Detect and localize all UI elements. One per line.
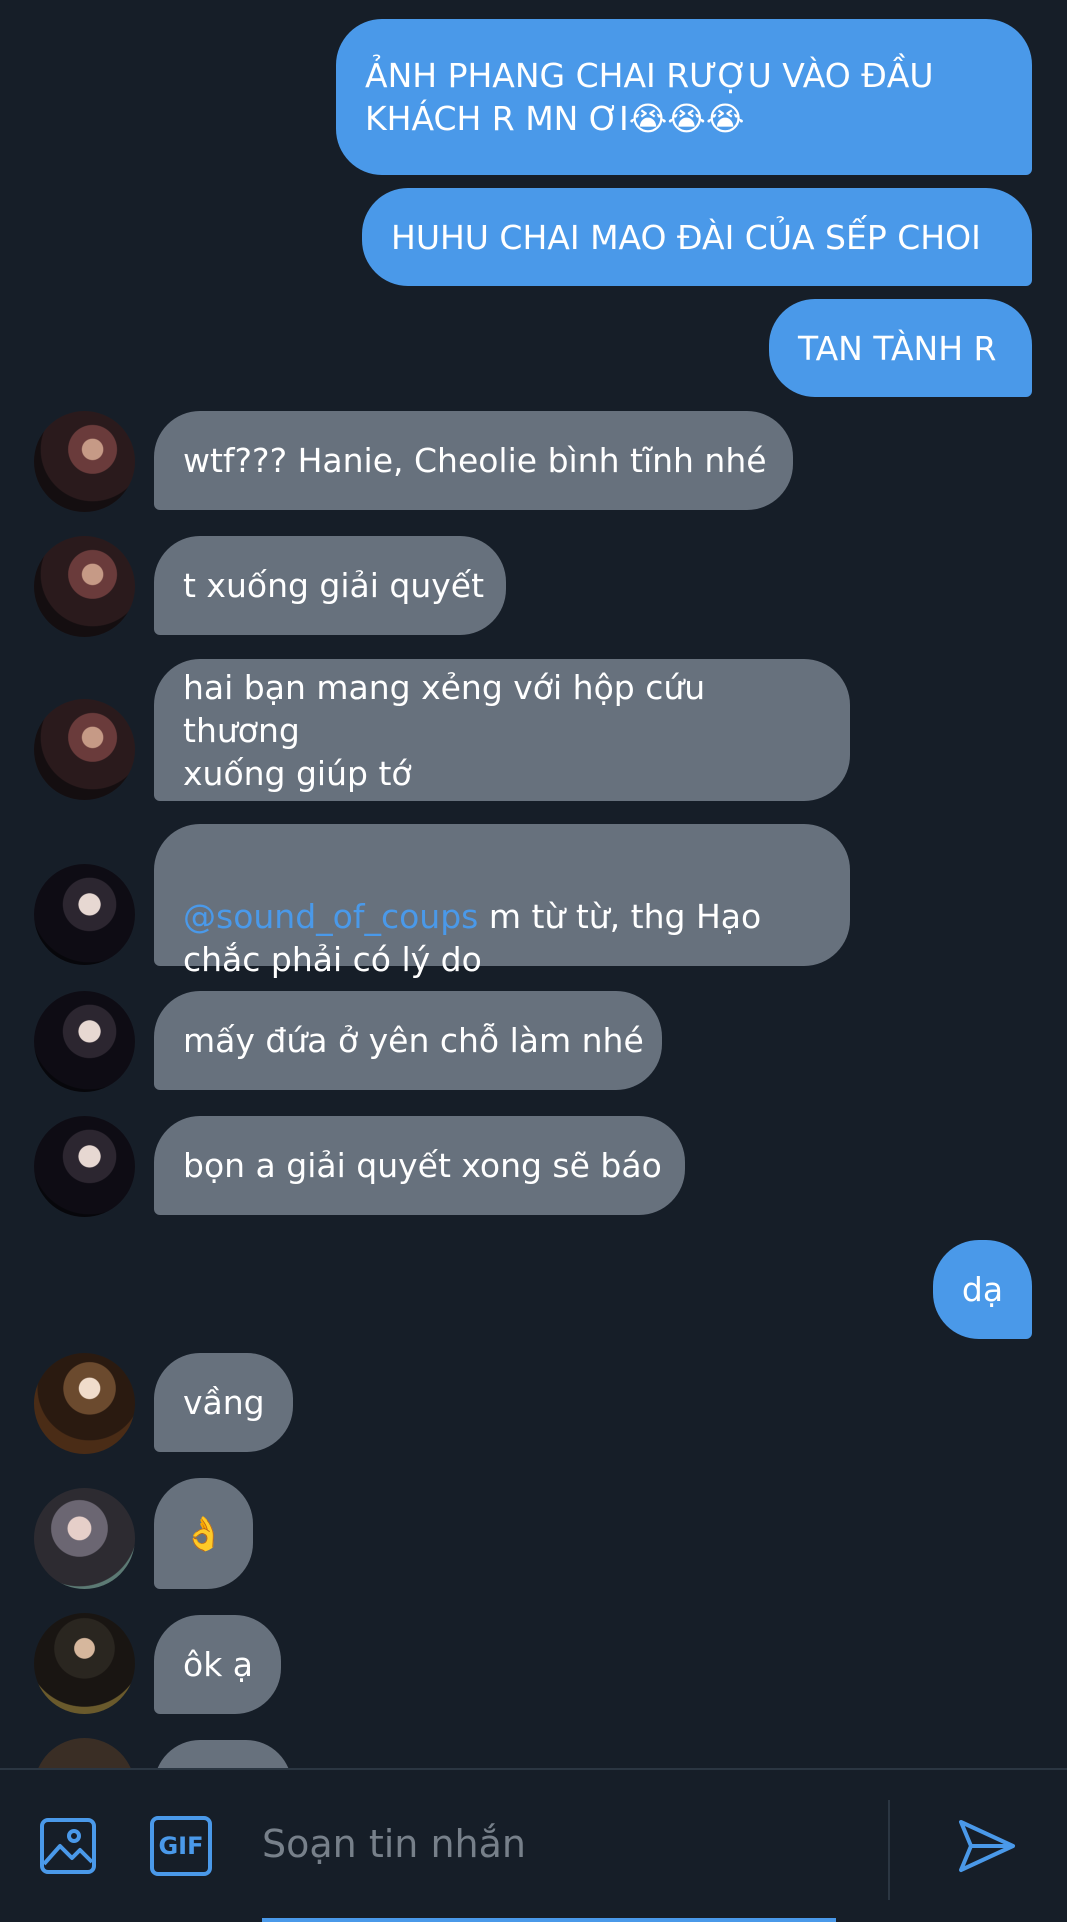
- message-incoming[interactable]: wtf??? Hanie, Cheolie bình tĩnh nhé: [154, 411, 793, 510]
- avatar[interactable]: [34, 864, 135, 965]
- avatar[interactable]: [34, 1613, 135, 1714]
- avatar[interactable]: [34, 536, 135, 637]
- image-icon[interactable]: [38, 1816, 98, 1876]
- message-outgoing[interactable]: TAN TÀNH R: [769, 299, 1032, 397]
- message-incoming[interactable]: t xuống giải quyết: [154, 536, 506, 635]
- message-incoming[interactable]: vầng: [154, 1353, 293, 1452]
- send-icon[interactable]: [955, 1814, 1019, 1878]
- message-composer: GIF Soạn tin nhắn: [0, 1768, 1067, 1922]
- avatar[interactable]: [34, 411, 135, 512]
- avatar[interactable]: [34, 699, 135, 800]
- message-incoming[interactable]: [154, 1740, 292, 1768]
- message-incoming[interactable]: 👌: [154, 1478, 253, 1589]
- input-underline: [262, 1918, 836, 1922]
- avatar[interactable]: [34, 1116, 135, 1217]
- message-outgoing[interactable]: HUHU CHAI MAO ĐÀI CỦA SẾP CHOI: [362, 188, 1032, 286]
- message-incoming[interactable]: ôk ạ: [154, 1615, 281, 1714]
- avatar[interactable]: [34, 1353, 135, 1454]
- message-incoming[interactable]: @sound_of_coups m từ từ, thg Hạo chắc ph…: [154, 824, 850, 979]
- message-list[interactable]: ẢNH PHANG CHAI RƯỢU VÀO ĐẦU KHÁCH R MN Ơ…: [0, 0, 1067, 1768]
- mention-link[interactable]: @sound_of_coups: [183, 897, 478, 936]
- avatar[interactable]: [34, 1738, 135, 1768]
- message-incoming[interactable]: bọn a giải quyết xong sẽ báo: [154, 1116, 685, 1215]
- gif-label: GIF: [158, 1832, 204, 1860]
- message-outgoing[interactable]: dạ: [933, 1240, 1032, 1339]
- divider: [888, 1800, 890, 1900]
- avatar[interactable]: [34, 1488, 135, 1589]
- message-outgoing[interactable]: ẢNH PHANG CHAI RƯỢU VÀO ĐẦU KHÁCH R MN Ơ…: [336, 19, 1032, 175]
- message-incoming[interactable]: hai bạn mang xẻng với hộp cứu thương xuố…: [154, 659, 850, 801]
- message-input[interactable]: Soạn tin nhắn: [262, 1808, 862, 1880]
- message-incoming[interactable]: mấy đứa ở yên chỗ làm nhé: [154, 991, 662, 1090]
- avatar[interactable]: [34, 991, 135, 1092]
- gif-button[interactable]: GIF: [150, 1816, 212, 1876]
